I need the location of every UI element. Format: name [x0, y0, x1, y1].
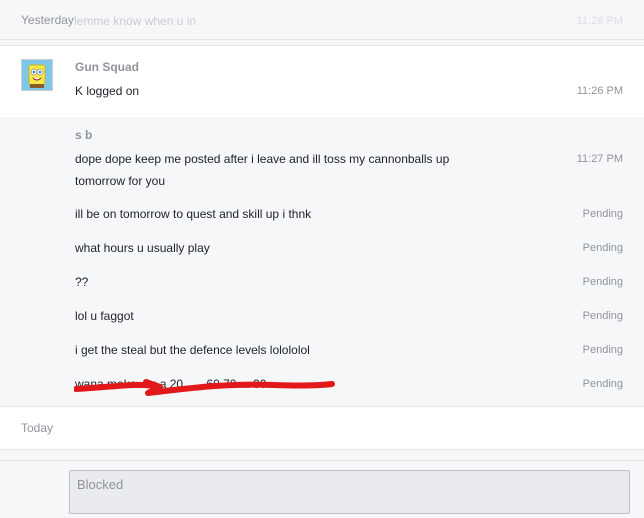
message-text: i get the steal but the defence levels l… — [75, 343, 310, 357]
red-scribble-redaction — [74, 379, 335, 396]
message-text: lol u faggot — [75, 309, 134, 323]
message-text: K logged on — [75, 84, 140, 98]
message-timestamp: 11:26 PM — [576, 85, 623, 97]
faded-timestamp: 11:26 PM — [576, 15, 623, 27]
message-status: Pending — [582, 378, 623, 390]
faded-message: lemme know when u in — [74, 14, 197, 28]
blocked-placeholder: Blocked — [77, 477, 124, 492]
message-status: Pending — [582, 344, 623, 356]
message-composer: Blocked — [0, 460, 644, 518]
message-status: Pending — [582, 310, 623, 322]
day-label-today: Today — [21, 421, 54, 435]
message-status: Pending — [582, 242, 623, 254]
message-text: what hours u usually play — [75, 241, 210, 255]
message-input-disabled[interactable]: Blocked — [69, 470, 630, 514]
message-text: ill be on tomorrow to quest and skill up… — [75, 207, 312, 221]
today-divider: Today — [0, 406, 644, 450]
message-status: Pending — [582, 276, 623, 288]
yesterday-divider: Yesterday lemme know when u in 11:26 PM — [0, 0, 644, 40]
message-status: Pending — [582, 208, 623, 220]
spongebob-avatar-icon[interactable] — [21, 59, 53, 91]
message-group-gun-squad: Gun Squad K logged on 11:26 PM — [0, 45, 644, 118]
message-group-sb: s b dope dope keep me posted after i lea… — [0, 117, 644, 406]
day-label-yesterday: Yesterday — [21, 13, 74, 27]
message-text: ?? — [75, 275, 89, 289]
sender-name[interactable]: Gun Squad — [75, 60, 139, 74]
sender-name[interactable]: s b — [75, 128, 92, 142]
message-timestamp: 11:27 PM — [576, 153, 623, 165]
message-text: dope dope keep me posted after i leave a… — [75, 152, 450, 188]
